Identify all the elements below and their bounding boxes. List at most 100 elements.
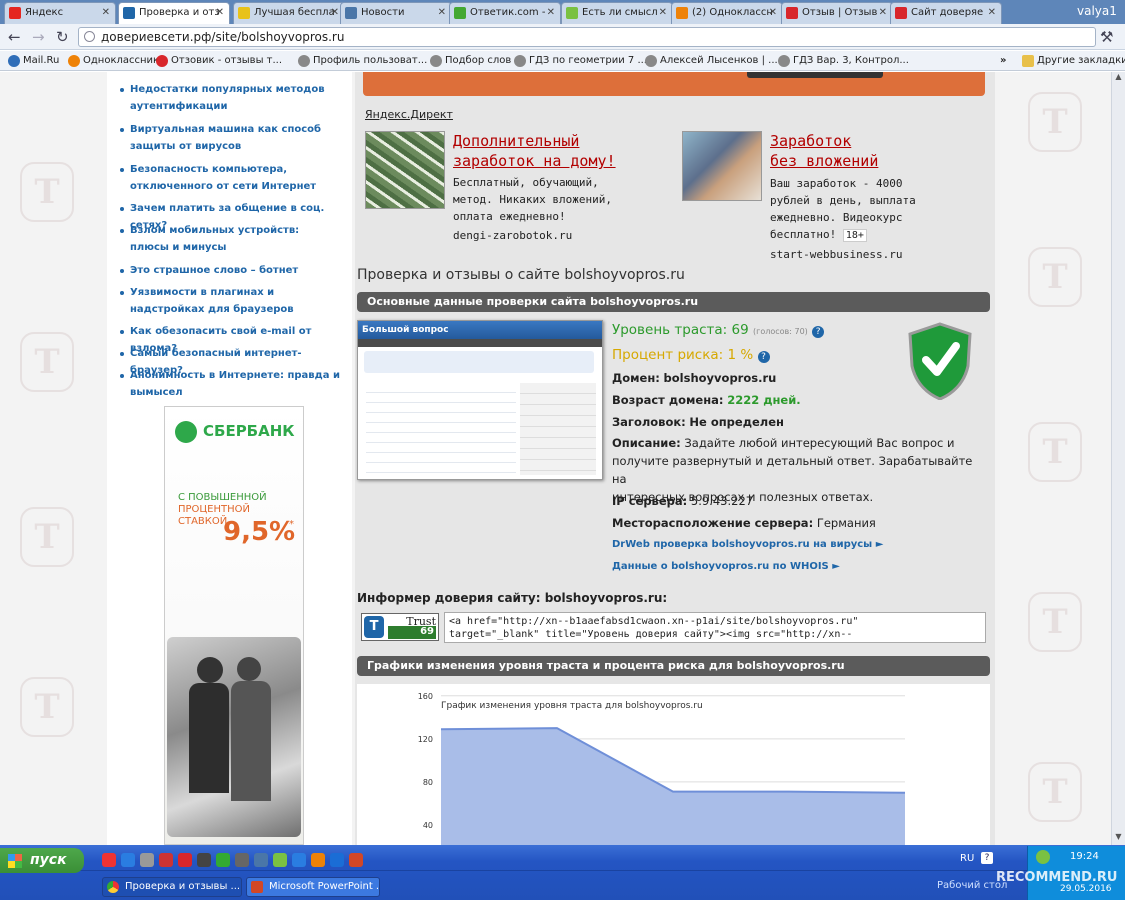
browser-tab[interactable]: Новости ✕: [340, 2, 452, 24]
browser-tab[interactable]: Проверка и отз ✕: [118, 2, 230, 24]
bookmark-item[interactable]: Mail.Ru: [8, 54, 59, 68]
window-title: Microsoft PowerPoint ...: [269, 881, 380, 892]
ad-text-line: рублей в день, выплата: [770, 194, 916, 207]
close-tab-icon[interactable]: ✕: [331, 3, 339, 23]
tab-favicon-icon: [566, 7, 578, 19]
drweb-link[interactable]: DrWeb проверка bolshoyvopros.ru на вирус…: [612, 539, 883, 550]
ad-title-line: Заработок: [770, 132, 852, 150]
y-tick-label: 120: [418, 735, 433, 744]
bookmarks-overflow[interactable]: »: [1000, 54, 1006, 68]
close-tab-icon[interactable]: ✕: [988, 3, 996, 23]
bookmark-item[interactable]: Отзовик - отзывы т...: [156, 54, 282, 68]
bookmark-item[interactable]: ГДЗ по геометрии 7 ...: [514, 54, 647, 68]
scroll-down-icon[interactable]: ▼: [1112, 832, 1125, 844]
close-tab-icon[interactable]: ✕: [659, 3, 667, 23]
sidebar-article-link[interactable]: Виртуальная машина как способ защиты от …: [120, 121, 340, 155]
watermark-logo: T: [1028, 422, 1082, 482]
money-image[interactable]: [365, 131, 445, 209]
yandex-direct-label[interactable]: Яндекс.Директ: [365, 108, 453, 121]
forward-icon[interactable]: →: [32, 28, 45, 46]
browser-tab[interactable]: Сайт доверяе ✕: [890, 2, 1002, 24]
scroll-up-icon[interactable]: ▲: [1112, 72, 1125, 84]
bookmark-item[interactable]: Подбор слов: [430, 54, 511, 68]
quick-launch-icon[interactable]: [178, 853, 192, 867]
ad-photo: [167, 637, 301, 837]
page-scrollbar[interactable]: ▲ ▼: [1111, 72, 1125, 845]
browser-tab[interactable]: Яндекс ✕: [4, 2, 116, 24]
close-tab-icon[interactable]: ✕: [547, 3, 555, 23]
quick-launch-icon[interactable]: [330, 853, 344, 867]
bookmark-item[interactable]: Одноклассники: [68, 54, 166, 68]
quick-launch-icon[interactable]: [216, 853, 230, 867]
title-row: Заголовок: Не определен: [612, 412, 784, 432]
ad-title-link[interactable]: Заработок без вложений: [770, 131, 878, 171]
close-tab-icon[interactable]: ✕: [879, 3, 887, 23]
whois-link[interactable]: Данные о bolshoyvopros.ru по WHOIS ►: [612, 561, 840, 572]
t-logo-icon: T: [364, 616, 384, 638]
close-tab-icon[interactable]: ✕: [769, 3, 777, 23]
help-icon[interactable]: ?: [757, 351, 770, 363]
sidebar-article-link[interactable]: Это страшное слово – ботнет: [120, 262, 340, 279]
sidebar-article-link[interactable]: Взлом мобильных устройств: плюсы и минус…: [120, 222, 340, 256]
bookmark-item[interactable]: Алексей Лысенков | ...: [645, 54, 778, 68]
reload-icon[interactable]: ↻: [56, 28, 69, 46]
browser-tab[interactable]: Ответик.com - ✕: [449, 2, 561, 24]
tray-icon[interactable]: [1036, 850, 1050, 864]
thumb-title: Большой вопрос: [358, 321, 602, 339]
other-bookmarks[interactable]: Другие закладки: [1022, 54, 1125, 68]
ad-title-line: без вложений: [770, 152, 879, 170]
page-icon: [84, 31, 95, 42]
browser-tab[interactable]: Лучшая беспла ✕: [233, 2, 345, 24]
taskbar-window-chrome[interactable]: Проверка и отзывы ...: [102, 877, 242, 897]
browser-tab[interactable]: (2) Одноклассн ✕: [671, 2, 783, 24]
sidebar-article-link[interactable]: Анонимность в Интернете: правда и вымысе…: [120, 367, 340, 401]
close-tab-icon[interactable]: ✕: [216, 3, 224, 23]
trust-informer-badge[interactable]: T Trust 69: [361, 613, 439, 641]
quick-launch-icon[interactable]: [159, 853, 173, 867]
wrench-icon[interactable]: ⚒: [1100, 28, 1113, 46]
tab-label: Есть ли смысл: [582, 7, 658, 18]
money-hands-image[interactable]: [682, 131, 762, 201]
back-icon[interactable]: ←: [8, 28, 21, 46]
risk-label: Процент риска:: [612, 347, 724, 363]
help-icon[interactable]: ?: [812, 326, 825, 338]
sidebar-article-link[interactable]: Уязвимости в плагинах и надстройках для …: [120, 284, 340, 318]
age-value: 2222 дней.: [727, 393, 801, 407]
site-screenshot[interactable]: Большой вопрос: [357, 320, 603, 480]
ip-row: IP сервера: 5.9.43.227: [612, 491, 753, 511]
quick-launch-icon[interactable]: [140, 853, 154, 867]
help-tray-icon[interactable]: ?: [981, 852, 993, 864]
ad-title-link[interactable]: Дополнительный заработок на дому!: [453, 131, 616, 171]
top-banner[interactable]: [363, 72, 985, 96]
browser-tab[interactable]: Есть ли смысл ✕: [561, 2, 673, 24]
bookmark-label: ГДЗ по геометрии 7 ...: [529, 55, 647, 66]
bookmark-item[interactable]: Профиль пользоват...: [298, 54, 427, 68]
ad-domain[interactable]: dengi-zarobotok.ru: [453, 227, 612, 244]
informer-code-textarea[interactable]: <a href="http://xn--b1aaefabsd1cwaon.xn-…: [444, 612, 986, 643]
bookmark-item[interactable]: ГДЗ Вар. 3, Контрол...: [778, 54, 909, 68]
profile-name[interactable]: valya1: [1071, 0, 1125, 24]
close-tab-icon[interactable]: ✕: [102, 3, 110, 23]
quick-launch-icon[interactable]: [254, 853, 268, 867]
close-tab-icon[interactable]: ✕: [438, 3, 446, 23]
sidebar-article-link[interactable]: Недостатки популярных методов аутентифик…: [120, 81, 340, 115]
quick-launch-icon[interactable]: [349, 853, 363, 867]
browser-tab[interactable]: Отзыв | Отзыв ✕: [781, 2, 893, 24]
quick-launch-icon[interactable]: [235, 853, 249, 867]
quick-launch-icon[interactable]: [311, 853, 325, 867]
bookmark-label: Отзовик - отзывы т...: [171, 55, 283, 66]
ad-text-line: бесплатно!: [770, 228, 837, 241]
quick-launch-icon[interactable]: [121, 853, 135, 867]
address-bar[interactable]: довериевсети.рф/site/bolshoyvopros.ru: [78, 27, 1096, 47]
sidebar-article-link[interactable]: Безопасность компьютера, отключенного от…: [120, 161, 340, 195]
quick-launch-icon[interactable]: [292, 853, 306, 867]
age-badge: 18+: [842, 229, 867, 242]
language-indicator[interactable]: RU: [960, 853, 974, 864]
quick-launch-icon[interactable]: [197, 853, 211, 867]
quick-launch-icon[interactable]: [273, 853, 287, 867]
ad-domain[interactable]: start-webbusiness.ru: [770, 246, 916, 263]
sberbank-banner[interactable]: СБЕРБАНК С ПОВЫШЕННОЙ ПРОЦЕНТНОЙ СТАВКОЙ…: [164, 406, 304, 845]
start-button[interactable]: пуск: [0, 848, 84, 873]
taskbar-window-powerpoint[interactable]: Microsoft PowerPoint ...: [246, 877, 380, 897]
quick-launch-icon[interactable]: [102, 853, 116, 867]
